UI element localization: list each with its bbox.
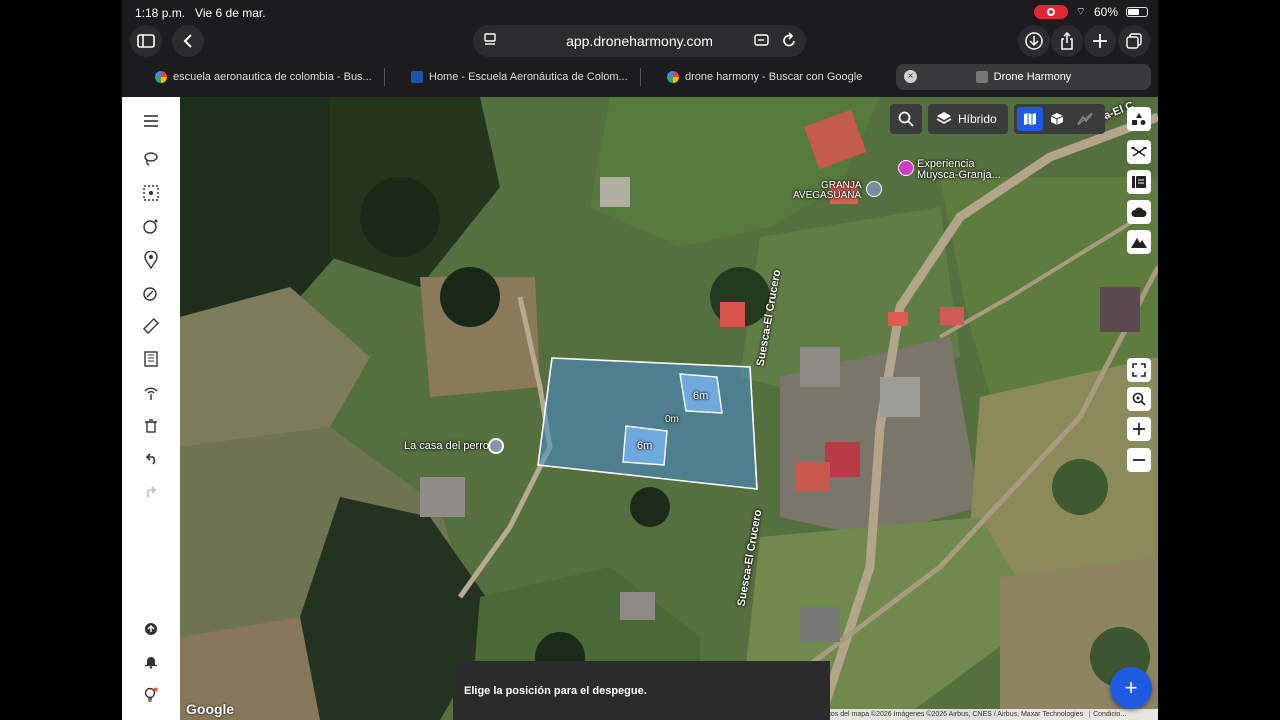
ipad-screen: 1:18 p.m. Vie 6 de mar. ⌔ 60% app.droneh… [122, 0, 1158, 720]
close-tab-icon[interactable]: × [904, 70, 917, 83]
tab-droneharmony-search[interactable]: drone harmony - Buscar con Google [641, 64, 896, 90]
google-icon [667, 71, 679, 83]
cube-3d-icon[interactable] [1043, 107, 1071, 131]
lasso-icon[interactable] [139, 148, 163, 170]
layer-label: Híbrido [958, 112, 997, 126]
place-pin-icon[interactable] [488, 438, 504, 454]
bell-icon[interactable] [139, 651, 163, 673]
droneharmony-icon [975, 71, 988, 83]
google-icon [155, 71, 167, 83]
zoom-out-icon[interactable] [1127, 448, 1151, 472]
tab-label: Drone Harmony [993, 71, 1072, 83]
undo-icon[interactable] [139, 448, 163, 470]
ruler-icon[interactable] [139, 315, 163, 337]
attraction-pin-icon[interactable] [898, 160, 914, 176]
mission-polygon[interactable] [537, 357, 758, 490]
library-icon[interactable] [1127, 170, 1151, 194]
lightbulb-icon[interactable] [139, 684, 163, 706]
screen-record-icon [1033, 5, 1068, 19]
battery-icon [1126, 7, 1148, 17]
terrain-profile-icon[interactable] [1071, 107, 1099, 131]
map-search-icon[interactable] [890, 104, 922, 134]
granja-label-2: AVEGASUANA [793, 190, 862, 201]
tab-escuela-home[interactable]: Home - Escuela Aeronáutica de Colom... [385, 64, 640, 90]
browser-toolbar: app.droneharmony.com [122, 24, 1158, 62]
download-icon[interactable] [1018, 25, 1050, 57]
layer-select[interactable]: Híbrido [928, 104, 1008, 134]
casa-label: La casa del perro [404, 440, 489, 452]
tab-escuela-search[interactable]: escuela aeronautica de colombia - Bus... [129, 64, 384, 90]
experiencia-label: Experiencia Muysca-Granja... [917, 158, 1001, 181]
site-icon [411, 71, 423, 83]
poi-orbit-icon[interactable] [139, 282, 163, 304]
tab-label: drone harmony - Buscar con Google [685, 71, 863, 83]
reload-icon[interactable] [782, 32, 796, 51]
tab-label: Home - Escuela Aeronáutica de Colom... [429, 71, 628, 83]
status-bar: 1:18 p.m. Vie 6 de mar. ⌔ 60% [122, 0, 1158, 24]
school-pin-icon[interactable] [866, 181, 882, 197]
map-attribution: Datos del mapa ©2026 Imágenes ©2026 Airb… [820, 709, 1158, 720]
zoom-to-fit-icon[interactable] [1127, 387, 1151, 411]
mission-area-overlay [537, 357, 758, 490]
new-tab-icon[interactable] [1084, 25, 1116, 57]
waypoint-icon[interactable] [139, 249, 163, 271]
attribution-text: Datos del mapa ©2026 Imágenes ©2026 Airb… [820, 711, 1084, 718]
trash-icon[interactable] [139, 415, 163, 437]
building-icon[interactable] [139, 348, 163, 370]
map-view[interactable]: 6m 6m 0m Experiencia Muysca-Granja... GR… [180, 97, 1158, 720]
tab-bar: escuela aeronautica de colombia - Bus...… [129, 64, 1151, 90]
orbit-icon[interactable] [139, 215, 163, 237]
cloud-icon[interactable] [1127, 200, 1151, 224]
url-text: app.droneharmony.com [566, 33, 713, 49]
layers-icon [936, 112, 952, 124]
area-select-icon[interactable] [139, 182, 163, 204]
fullscreen-icon[interactable] [1127, 358, 1151, 382]
address-bar[interactable]: app.droneharmony.com [473, 25, 806, 57]
shapes-icon[interactable] [1127, 107, 1151, 131]
menu-icon[interactable] [139, 110, 163, 132]
tab-label: escuela aeronautica de colombia - Bus... [173, 71, 372, 83]
center-height: 0m [665, 414, 679, 425]
status-right: ⌔ 60% [1033, 5, 1148, 19]
battery-percent: 60% [1093, 5, 1118, 19]
terrain-icon[interactable] [1127, 230, 1151, 254]
share-icon[interactable] [1051, 25, 1083, 57]
drone-icon[interactable] [1127, 140, 1151, 164]
tab-overview-icon[interactable] [1118, 25, 1150, 57]
add-fab-button[interactable]: + [1110, 667, 1152, 709]
antenna-icon[interactable] [139, 382, 163, 404]
google-logo: Google [186, 701, 235, 717]
sidebar-toggle-icon[interactable] [130, 25, 162, 57]
upload-icon[interactable] [139, 618, 163, 640]
back-icon[interactable] [172, 25, 204, 57]
page-content: 6m 6m 0m Experiencia Muysca-Granja... GR… [122, 97, 1158, 720]
tool-sidebar [122, 97, 180, 720]
tab-drone-harmony[interactable]: × Drone Harmony [896, 64, 1151, 90]
obstacle-b-height: 6m [637, 440, 653, 452]
snackbar-text: Elige la posición para el despegue. [464, 684, 647, 697]
page-menu-icon[interactable] [483, 33, 497, 50]
map-2d-icon[interactable] [1017, 107, 1043, 131]
translate-icon[interactable] [754, 33, 770, 50]
takeoff-snackbar: Elige la posición para el despegue. [453, 661, 830, 720]
view-mode-toggle[interactable] [1014, 104, 1105, 134]
status-time: 1:18 p.m. Vie 6 de mar. [135, 6, 266, 20]
redo-icon [139, 481, 163, 503]
zoom-in-icon[interactable] [1127, 417, 1151, 441]
wifi-icon: ⌔ [1075, 6, 1086, 18]
obstacle-a-height: 6m [693, 390, 709, 402]
conditions-link[interactable]: Condicio... [1089, 711, 1127, 718]
